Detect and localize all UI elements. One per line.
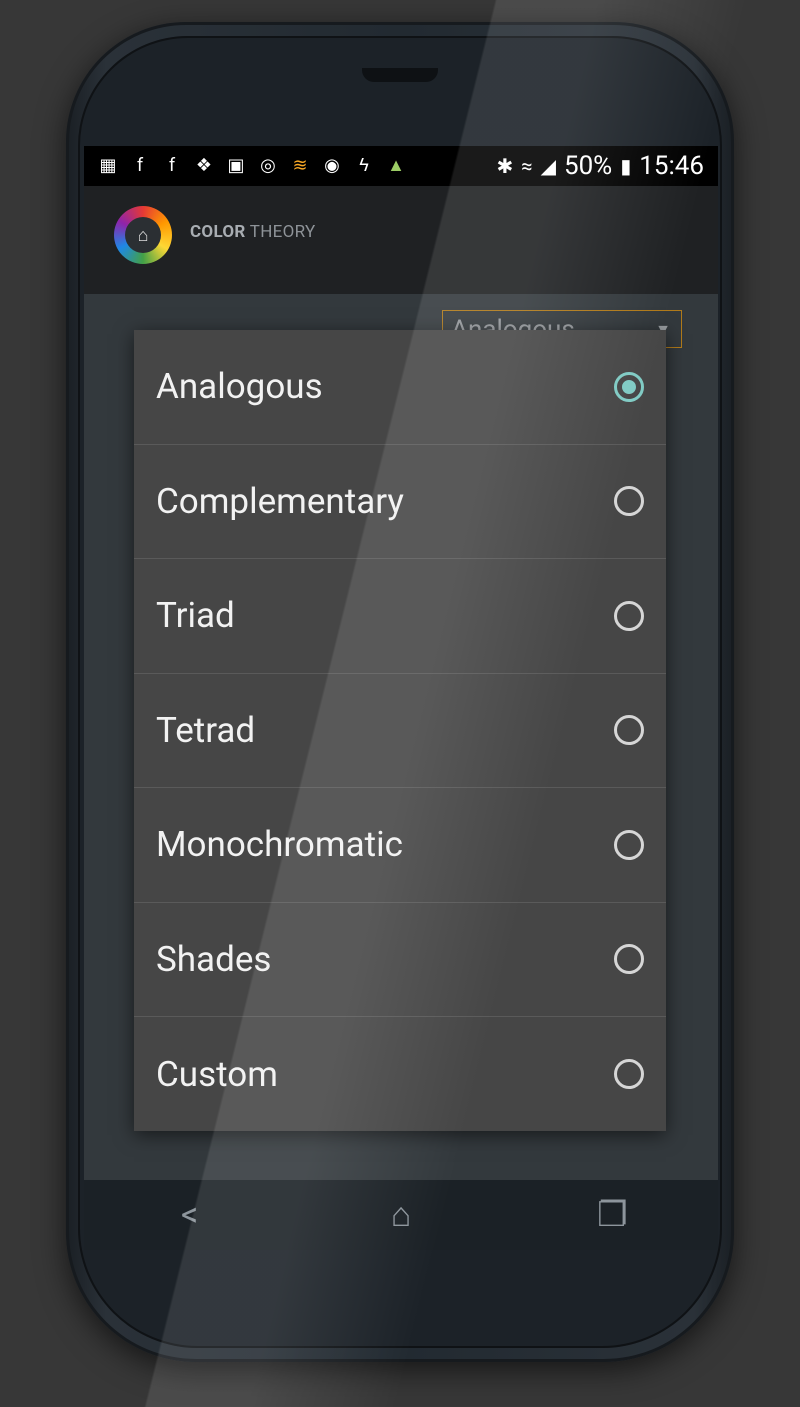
instagram-icon: ◎	[260, 155, 276, 176]
battery-icon: ▮	[620, 154, 632, 178]
back-icon[interactable]: <	[160, 1195, 220, 1235]
option-label: Complementary	[156, 480, 404, 522]
app-title-rest: THEORY	[245, 222, 316, 242]
option-custom[interactable]: Custom	[134, 1017, 666, 1132]
option-label: Custom	[156, 1053, 278, 1095]
option-analogous[interactable]: Analogous	[134, 330, 666, 445]
option-triad[interactable]: Triad	[134, 559, 666, 674]
status-bar: ▦ f f ❖ ▣ ◎ ≋ ◉ ϟ ▲ ✱ ≈ ◢ 50% ▮ 15:46	[84, 146, 718, 186]
option-label: Analogous	[156, 366, 323, 408]
clock: 15:46	[639, 151, 704, 181]
screen: ▦ f f ❖ ▣ ◎ ≋ ◉ ϟ ▲ ✱ ≈ ◢ 50% ▮ 15:46 ⌂ …	[84, 146, 718, 1180]
app-title-bold: COLOR	[190, 222, 246, 242]
gallery-icon: ▣	[227, 155, 245, 176]
option-tetrad[interactable]: Tetrad	[134, 674, 666, 788]
app-logo[interactable]: ⌂	[114, 206, 172, 264]
battery-percent: 50%	[563, 151, 613, 181]
option-label: Tetrad	[156, 709, 256, 751]
notification-icons: ▦ f f ❖ ▣ ◎ ≋ ◉ ϟ ▲	[96, 154, 408, 178]
radio-unselected-icon[interactable]	[614, 829, 644, 860]
lightning-icon: ϟ	[359, 155, 369, 176]
option-label: Shades	[156, 938, 272, 980]
option-monochromatic[interactable]: Monochromatic	[134, 788, 666, 903]
recents-icon[interactable]: ❐	[582, 1195, 642, 1235]
scheme-selection-dialog: Analogous Complementary Triad Tetrad Mon…	[134, 330, 666, 1131]
sync-icon: ◉	[324, 155, 340, 176]
home-icon[interactable]: ⌂	[371, 1195, 431, 1235]
radio-selected-icon[interactable]	[614, 371, 644, 402]
system-status: ✱ ≈ ◢ 50% ▮ 15:46	[497, 151, 704, 181]
dropbox-icon: ❖	[195, 155, 213, 176]
radio-unselected-icon[interactable]	[614, 715, 644, 746]
option-complementary[interactable]: Complementary	[134, 445, 666, 559]
option-label: Monochromatic	[156, 824, 403, 866]
radio-unselected-icon[interactable]	[614, 486, 644, 517]
bluetooth-icon: ✱	[496, 154, 514, 178]
facebook-icon: f	[168, 155, 176, 176]
option-label: Triad	[156, 595, 235, 637]
wifi-icon: ≈	[521, 154, 533, 178]
android-icon: ▲	[387, 155, 405, 176]
cell-signal-icon: ◢	[540, 154, 556, 178]
option-shades[interactable]: Shades	[134, 903, 666, 1017]
app-title: COLOR THEORY	[190, 222, 316, 242]
home-icon: ⌂	[125, 217, 161, 253]
radio-unselected-icon[interactable]	[614, 600, 644, 631]
app-bar: ⌂ COLOR THEORY	[84, 186, 718, 294]
facebook-icon: f	[136, 155, 144, 176]
earpiece-speaker	[362, 68, 438, 82]
navigation-bar: < ⌂ ❐	[84, 1180, 718, 1250]
calendar-icon: ▦	[99, 155, 117, 176]
wifi-signal-app-icon: ≋	[292, 155, 308, 176]
radio-unselected-icon[interactable]	[614, 944, 644, 975]
radio-unselected-icon[interactable]	[614, 1059, 644, 1090]
